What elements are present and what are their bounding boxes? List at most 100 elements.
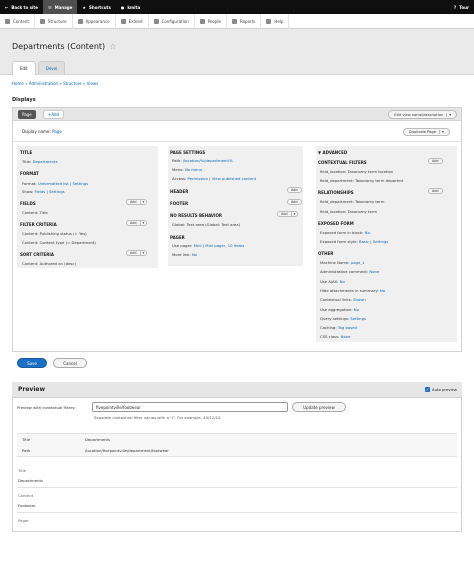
exposed-style-row: Exposed form style: Basic | Settings: [320, 239, 389, 244]
format-settings-link[interactable]: Settings: [72, 181, 88, 186]
tray-item-appearance[interactable]: Appearance: [73, 13, 116, 29]
other-value-link[interactable]: None: [341, 334, 351, 339]
chevron-down-icon[interactable]: ▾: [139, 200, 147, 204]
sort-item-link[interactable]: Content: Authored on (desc): [22, 261, 76, 266]
update-preview-button[interactable]: Update preview: [292, 402, 346, 412]
display-name-link[interactable]: Page: [52, 129, 62, 134]
other-value-link[interactable]: Shown: [353, 297, 366, 302]
chevron-down-icon[interactable]: ▾: [446, 112, 451, 117]
add-filter-button[interactable]: Add ▾: [126, 220, 148, 226]
access-settings-link[interactable]: View published content: [212, 176, 256, 181]
shortcuts-tab[interactable]: ★ Shortcuts: [77, 0, 115, 14]
save-button[interactable]: Save: [17, 358, 47, 368]
other-row: CSS class: None: [320, 334, 351, 339]
contextual-filters-hint: Separate contextual filter values with a…: [94, 415, 222, 420]
field-title-link[interactable]: Content: Title: [22, 210, 48, 215]
display-tab-page[interactable]: Page: [18, 110, 36, 119]
divider: [12, 141, 462, 142]
breadcrumb-administration[interactable]: Administration: [29, 81, 58, 86]
other-value-link[interactable]: No: [354, 307, 359, 312]
tray-item-extend[interactable]: Extend: [116, 13, 149, 29]
chevron-down-icon[interactable]: ▾: [139, 251, 147, 255]
add-footer-button[interactable]: Add: [287, 199, 302, 205]
other-row: Use aggregation: No: [320, 307, 359, 312]
chevron-down-icon[interactable]: ▾: [290, 212, 298, 216]
add-display-button[interactable]: +Add: [43, 110, 65, 119]
add-sort-button[interactable]: Add ▾: [126, 250, 148, 256]
breadcrumb-home[interactable]: Home: [12, 81, 24, 86]
breadcrumb-views[interactable]: Views: [87, 81, 99, 86]
exposed-block-link[interactable]: No: [365, 230, 370, 235]
duplicate-page-button[interactable]: Duplicate Page ▾: [403, 128, 450, 136]
tray-item-reports[interactable]: Reports: [227, 13, 262, 29]
exposed-style-link[interactable]: Basic: [359, 239, 369, 244]
info-key: Path: [22, 448, 31, 453]
pager-options-link[interactable]: Mini pager, 10 items: [205, 243, 244, 248]
other-value-link[interactable]: Tag based: [338, 325, 357, 330]
advanced-toggle[interactable]: ▼ ADVANCED: [318, 150, 347, 155]
show-value-link[interactable]: Fields: [35, 189, 46, 194]
wrench-icon: [153, 18, 159, 24]
filter-criteria-heading: FILTER CRITERIA: [20, 222, 57, 227]
manage-tab[interactable]: ☰ Manage: [42, 0, 78, 14]
exposed-style-settings-link[interactable]: Settings: [373, 239, 389, 244]
extend-icon: [120, 18, 126, 24]
add-relationship-button[interactable]: Add: [428, 188, 443, 194]
display-name-row: Display name: Page: [22, 129, 62, 134]
star-outline-icon[interactable]: ☆: [109, 42, 116, 51]
column-2: [168, 146, 303, 266]
use-pager-link[interactable]: Mini: [194, 243, 202, 248]
other-value-link[interactable]: Settings: [350, 316, 366, 321]
add-field-button[interactable]: Add ▾: [126, 199, 148, 205]
chevron-down-icon[interactable]: ▾: [438, 130, 444, 134]
header-section-heading: HEADER: [170, 189, 189, 194]
auto-preview-toggle[interactable]: ✓ Auto preview: [425, 387, 457, 392]
add-no-results-button[interactable]: Add ▾: [277, 211, 299, 217]
filter-item-link[interactable]: Content: Content type (= Department): [22, 240, 96, 245]
contextual-filter-link[interactable]: field_department: Taxonomy term departmt: [320, 178, 403, 183]
cancel-button[interactable]: Cancel: [53, 358, 87, 368]
tray-item-content[interactable]: Content: [0, 13, 35, 29]
tray-item-people[interactable]: People: [195, 13, 227, 29]
tab-edit[interactable]: Edit: [12, 61, 36, 75]
show-settings-link[interactable]: Settings: [49, 189, 65, 194]
menu-link[interactable]: No menu: [185, 167, 202, 172]
back-to-site-link[interactable]: ← Back to site: [0, 0, 43, 14]
footer-section-heading: FOOTER: [170, 201, 189, 206]
add-header-button[interactable]: Add: [287, 187, 302, 193]
edit-view-name-button[interactable]: Edit view name/description ▾: [388, 110, 457, 119]
star-icon: ★: [82, 4, 86, 10]
tour-button[interactable]: ? Tour: [449, 0, 474, 14]
user-tab[interactable]: ● kmita: [116, 0, 145, 14]
contextual-filters-input[interactable]: fivepointville/footwear: [92, 402, 288, 412]
contextual-filter-link[interactable]: field_location: Taxonomy term location: [320, 169, 393, 174]
relationship-link[interactable]: field_location: Taxonomy term: [320, 209, 377, 214]
more-link-value[interactable]: No: [192, 252, 197, 257]
result-label: Title: [18, 468, 27, 473]
filter-item-link[interactable]: Content: Publishing status (= Yes): [22, 231, 87, 236]
menu-row: Menu: No menu: [172, 167, 203, 172]
chevron-down-icon[interactable]: ▾: [139, 221, 147, 225]
info-path-link[interactable]: /location/fivepointville/department/foot…: [85, 448, 169, 453]
display-tabs-bar: Page +Add Edit view name/description ▾: [12, 107, 462, 121]
breadcrumb-structure[interactable]: Structure: [63, 81, 82, 86]
other-value-link[interactable]: page_1: [351, 260, 365, 265]
other-value-link[interactable]: No: [380, 288, 385, 293]
access-link[interactable]: Permission: [188, 176, 208, 181]
checkbox-checked-icon[interactable]: ✓: [425, 387, 430, 392]
result-link[interactable]: Footwear: [18, 503, 36, 508]
add-contextual-filter-button[interactable]: Add: [428, 158, 443, 164]
relationship-link[interactable]: field_department: Taxonomy term: [320, 199, 384, 204]
other-value-link[interactable]: None: [369, 269, 379, 274]
format-value-link[interactable]: Unformatted list: [38, 181, 69, 186]
path-link[interactable]: /location/%/department/%: [183, 158, 233, 163]
tab-devel[interactable]: Devel: [37, 61, 66, 75]
help-icon: ?: [453, 4, 457, 10]
info-value: Departments: [85, 437, 110, 442]
tray-item-help[interactable]: Help: [261, 13, 290, 29]
tray-item-configuration[interactable]: Configuration: [149, 13, 195, 29]
tray-item-structure[interactable]: Structure: [35, 13, 73, 29]
title-value-link[interactable]: Departments: [33, 159, 58, 164]
no-results-item-link[interactable]: Global: Text area (Global: Text area): [172, 222, 240, 227]
other-value-link[interactable]: No: [340, 279, 345, 284]
